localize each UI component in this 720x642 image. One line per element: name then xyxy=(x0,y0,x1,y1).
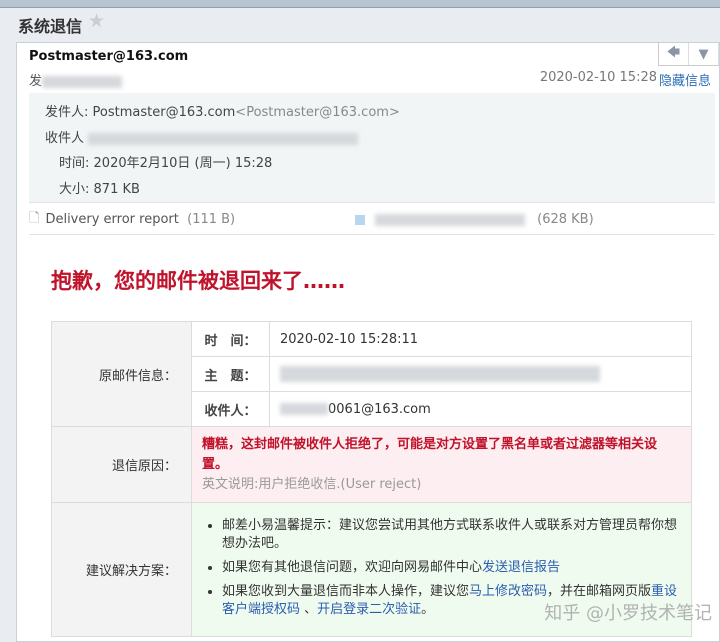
reply-icon[interactable]: 🡄 xyxy=(659,43,689,65)
tip-text: ，并在邮箱网页版 xyxy=(547,583,652,599)
tip-text: 、 xyxy=(300,601,318,617)
time-label: 时 间： xyxy=(191,321,270,357)
to-label: 收件人： xyxy=(191,391,270,427)
from-address: <Postmaster@163.com> xyxy=(235,105,400,120)
to-row: 收件人 xyxy=(45,127,359,146)
enable-2fa-link[interactable]: 开启登录二次验证 xyxy=(317,602,421,617)
top-bar xyxy=(0,0,720,8)
attachment-name[interactable]: Delivery error report xyxy=(45,212,178,227)
reason-text: 糟糕，这封邮件被收件人拒绝了，可能是对方设置了黑名单或者过滤器等相关设置。 xyxy=(202,436,658,472)
from-label: 发件人: xyxy=(45,105,89,120)
hide-info-link[interactable]: 隐藏信息 xyxy=(659,70,711,89)
from-line: 发 xyxy=(29,70,123,89)
blurred-text[interactable] xyxy=(375,213,526,226)
bounce-heading: 抱歉，您的邮件被退回来了…… xyxy=(51,269,345,293)
sender-name: Postmaster@163.com xyxy=(29,49,189,64)
solution-label: 建议解决方案： xyxy=(51,502,192,637)
file-icon: 🗋 xyxy=(29,210,40,226)
bounce-table: 原邮件信息： 时 间： 2020-02-10 15:28:11 主 题： 收件人… xyxy=(51,321,692,637)
from-row: 发件人: Postmaster@163.com<Postmaster@163.c… xyxy=(45,101,400,120)
time-value: 2020年2月10日 (周一) 15:28 xyxy=(93,156,273,171)
time-row: 时间: 2020年2月10日 (周一) 15:28 xyxy=(59,152,272,171)
subject-label: 主 题： xyxy=(191,356,270,392)
file-icon xyxy=(355,214,366,225)
reason-cell: 糟糕，这封邮件被收件人拒绝了，可能是对方设置了黑名单或者过滤器等相关设置。英文说… xyxy=(191,426,692,503)
size-row: 大小: 871 KB xyxy=(59,178,140,197)
blurred-text xyxy=(280,403,328,415)
from-name[interactable]: Postmaster@163.com xyxy=(93,105,236,120)
details-panel: 发件人: Postmaster@163.com<Postmaster@163.c… xyxy=(29,93,715,203)
email-card: Postmaster@163.com 发 🡄 ▼ 2020-02-10 15:2… xyxy=(16,42,720,642)
send-report-link[interactable]: 发送退信报告 xyxy=(482,560,560,575)
tip-item: 如果您有其他退信问题，欢迎向网易邮件中心发送退信报告 xyxy=(222,559,679,577)
time-label: 时间: xyxy=(59,156,90,171)
attachment-size: (111 B) xyxy=(187,212,236,227)
attachments-row: 🗋 Delivery error report (111 B) (628 KB) xyxy=(29,205,715,235)
blurred-text xyxy=(88,132,359,145)
from-prefix: 发 xyxy=(29,74,43,89)
attachment-size: (628 KB) xyxy=(537,212,594,227)
reason-english: 英文说明:用户拒绝收信.(User reject) xyxy=(202,476,422,492)
tip-text: 。 xyxy=(421,601,435,617)
blurred-text xyxy=(42,75,123,88)
size-label: 大小: xyxy=(59,182,90,197)
email-date: 2020-02-10 15:28 xyxy=(539,70,657,85)
tip-item: 邮差小易温馨提示：建议您尝试用其他方式联系收件人或联系对方管理员帮你想想办法吧。 xyxy=(222,517,679,553)
orig-subject xyxy=(269,356,692,392)
tip-text: 如果您收到大量退信而非本人操作，建议您 xyxy=(222,583,470,599)
watermark: 知乎 @小罗技术笔记 xyxy=(544,603,712,624)
star-icon[interactable]: ★ xyxy=(88,10,105,32)
tip-text: 如果您有其他退信问题，欢迎向网易邮件中心 xyxy=(222,559,483,575)
change-password-link[interactable]: 马上修改密码 xyxy=(469,584,547,599)
page-title: 系统退信 xyxy=(18,17,83,36)
orig-recipient: 0061@163.com xyxy=(269,391,692,427)
blurred-text xyxy=(280,366,600,382)
orig-time: 2020-02-10 15:28:11 xyxy=(269,321,692,357)
size-value: 871 KB xyxy=(93,182,140,197)
orig-label: 原邮件信息： xyxy=(51,321,192,427)
toolbar: 🡄 ▼ xyxy=(658,43,719,66)
recipient-suffix: 0061@163.com xyxy=(328,401,431,417)
to-label: 收件人 xyxy=(45,131,85,146)
chevron-down-icon[interactable]: ▼ xyxy=(689,43,719,65)
reason-label: 退信原因： xyxy=(51,426,192,503)
